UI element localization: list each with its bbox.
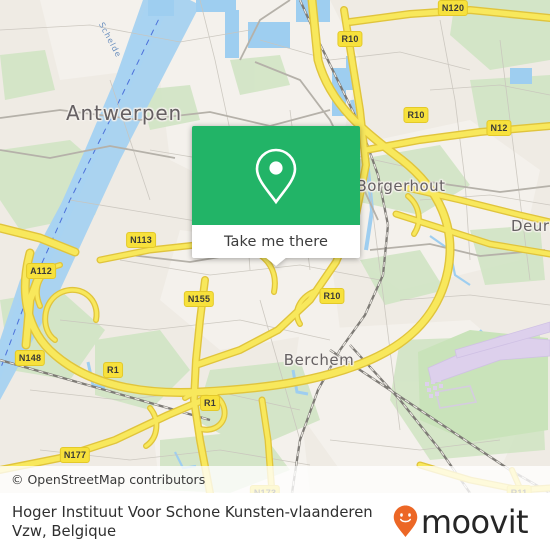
map-label-berchem: Berchem: [283, 351, 355, 369]
map-label-borgerhout: Borgerhout: [356, 177, 446, 195]
map-attribution-bar: © OpenStreetMap contributors: [0, 466, 550, 493]
moovit-pin-icon: [393, 505, 418, 537]
road-shield-n113: N113: [126, 232, 156, 248]
road-shield-r1: R1: [200, 395, 220, 411]
popup-header: [192, 126, 360, 225]
take-me-there-label: Take me there: [223, 233, 329, 250]
road-shield-n177: N177: [59, 447, 91, 463]
map-pin-icon: [255, 148, 297, 204]
road-shield-a112: A112: [26, 263, 56, 279]
location-popup-card[interactable]: Take me there: [192, 126, 360, 266]
location-title: Hoger Instituut Voor Schone Kunsten-vlaa…: [12, 503, 373, 540]
road-shield-n120: N120: [437, 0, 469, 16]
road-shield-r1: R1: [103, 362, 123, 378]
take-me-there-button[interactable]: Take me there: [192, 225, 360, 266]
road-shield-n12: N12: [486, 120, 512, 136]
moovit-brand-logo[interactable]: moovit: [393, 505, 538, 538]
map-viewport[interactable]: AntwerpenBorgerhoutDeurneBerchemSchelde …: [0, 0, 550, 493]
moovit-map-page: AntwerpenBorgerhoutDeurneBerchemSchelde …: [0, 0, 550, 550]
map-label-antwerpen: Antwerpen: [66, 101, 182, 125]
road-shield-n148: N148: [14, 350, 46, 366]
page-footer: Hoger Instituut Voor Schone Kunsten-vlaa…: [0, 493, 550, 550]
moovit-wordmark: moovit: [420, 502, 529, 541]
road-shield-r10: R10: [319, 288, 345, 304]
road-shield-r10: R10: [403, 107, 429, 123]
map-label-deurne: Deurne: [511, 217, 550, 235]
road-shield-n155: N155: [183, 291, 215, 307]
road-shield-r10: R10: [337, 31, 363, 47]
attribution-text: © OpenStreetMap contributors: [11, 472, 206, 487]
popup-tail-pointer: [265, 257, 287, 266]
